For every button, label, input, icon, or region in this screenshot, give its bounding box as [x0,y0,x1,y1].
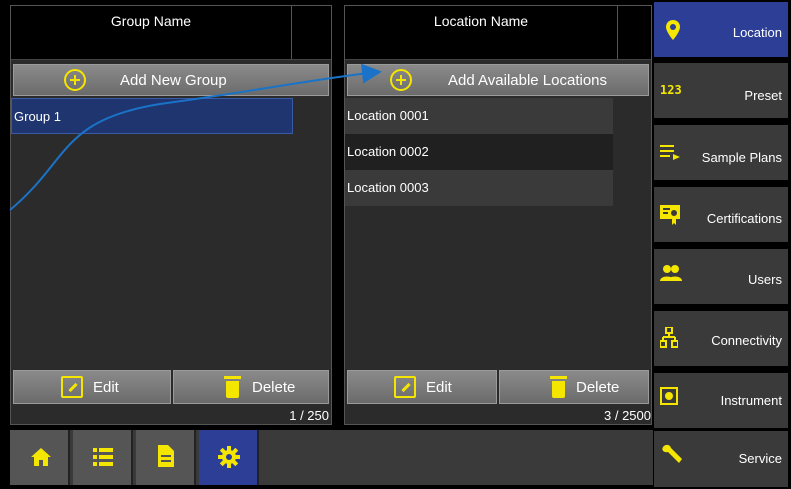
sidebar-item-certifications[interactable]: Certifications [654,187,788,245]
sidebar-item-label: Service [738,451,782,466]
gear-icon [218,446,240,468]
sidebar-item-connectivity[interactable]: Connectivity [654,311,788,369]
sidebar-item-label: Connectivity [711,333,782,348]
bottom-nav [10,430,653,485]
network-icon [660,327,678,348]
playlist-icon [660,145,680,160]
nav-list-button[interactable] [73,430,133,485]
sidebar-item-instrument[interactable]: Instrument [654,373,788,431]
instrument-icon [660,387,678,405]
wrench-icon [662,444,682,463]
sidebar-item-label: Users [748,272,782,287]
certificate-icon [660,205,680,225]
sidebar-item-service[interactable]: Service [654,431,788,487]
nav-home-button[interactable] [10,430,70,485]
nav-document-button[interactable] [136,430,196,485]
123-icon: 123 [660,83,682,97]
users-icon [660,265,682,281]
home-icon [31,448,51,466]
sidebar-item-label: Preset [744,88,782,103]
sidebar-item-users[interactable]: Users [654,249,788,307]
sidebar-item-label: Sample Plans [701,150,782,165]
sidebar-item-sample-plans[interactable]: Sample Plans [654,125,788,183]
sidebar-item-label: Instrument [720,393,782,408]
sidebar-item-preset[interactable]: 123 Preset [654,63,788,121]
map-pin-icon [666,20,680,40]
sidebar-item-label: Location [732,25,782,40]
sidebar-item-location[interactable]: Location [654,2,788,60]
document-icon [158,445,174,467]
sidebar-item-label: Certifications [706,211,782,226]
nav-settings-button[interactable] [199,430,259,485]
list-icon [93,448,113,466]
